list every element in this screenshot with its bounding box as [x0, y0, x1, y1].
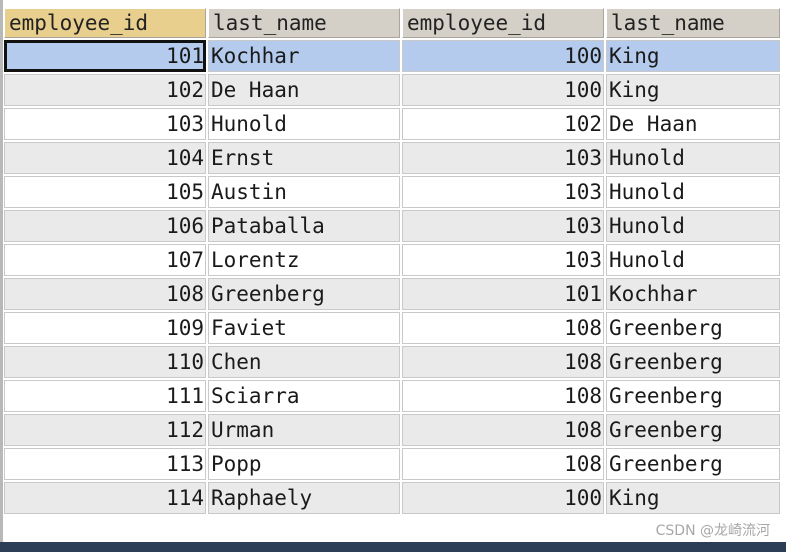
last-name-cell[interactable]: Hunold — [208, 108, 400, 140]
last-name-cell[interactable]: Sciarra — [208, 380, 400, 412]
last-name-cell[interactable]: Faviet — [208, 312, 400, 344]
grid-body: 101 Kochhar 100 King 102 De Haan 100 King 103 Hun… — [4, 40, 780, 514]
employee-id-cell[interactable]: 103 — [402, 176, 604, 208]
employee-id-cell[interactable]: 102 — [402, 108, 604, 140]
employee-id-cell[interactable]: 101 — [402, 278, 604, 310]
employee-id-cell[interactable]: 103 — [402, 210, 604, 242]
employee-id-cell[interactable]: 100 — [402, 482, 604, 514]
employee-id-cell[interactable]: 108 — [402, 312, 604, 344]
last-name-cell[interactable]: Popp — [208, 448, 400, 480]
last-name-cell[interactable]: Lorentz — [208, 244, 400, 276]
last-name-cell[interactable]: King — [606, 40, 780, 72]
employee-id-cell[interactable]: 107 — [4, 244, 206, 276]
employee-id-cell[interactable]: 101 — [4, 40, 206, 72]
last-name-cell[interactable]: Raphaely — [208, 482, 400, 514]
column-header-employee-id[interactable]: employee_id — [4, 8, 206, 38]
last-name-cell[interactable]: Greenberg — [606, 312, 780, 344]
last-name-cell[interactable]: Greenberg — [208, 278, 400, 310]
last-name-cell[interactable]: Greenberg — [606, 380, 780, 412]
table-row[interactable]: 106 Pataballa 103 Hunold — [4, 210, 780, 242]
last-name-cell[interactable]: Ernst — [208, 142, 400, 174]
last-name-cell[interactable]: Hunold — [606, 176, 780, 208]
employee-id-cell[interactable]: 113 — [4, 448, 206, 480]
table-row[interactable]: 101 Kochhar 100 King — [4, 40, 780, 72]
employee-id-cell[interactable]: 105 — [4, 176, 206, 208]
table-row[interactable]: 103 Hunold 102 De Haan — [4, 108, 780, 140]
column-header-employee-id-2[interactable]: employee_id — [402, 8, 604, 38]
employee-id-cell[interactable]: 108 — [402, 414, 604, 446]
table-row[interactable]: 102 De Haan 100 King — [4, 74, 780, 106]
employee-id-cell[interactable]: 108 — [402, 448, 604, 480]
employee-id-cell[interactable]: 111 — [4, 380, 206, 412]
employee-id-cell[interactable]: 108 — [4, 278, 206, 310]
table-row[interactable]: 112 Urman 108 Greenberg — [4, 414, 780, 446]
result-grid: employee_id last_name employee_id last_n… — [2, 6, 782, 516]
last-name-cell[interactable]: Urman — [208, 414, 400, 446]
last-name-cell[interactable]: Greenberg — [606, 414, 780, 446]
header-row: employee_id last_name employee_id last_n… — [4, 8, 780, 38]
watermark: CSDN @龙崎流河 — [655, 523, 770, 539]
employee-id-cell[interactable]: 100 — [402, 74, 604, 106]
employee-id-cell[interactable]: 109 — [4, 312, 206, 344]
employee-id-cell[interactable]: 102 — [4, 74, 206, 106]
employee-id-cell[interactable]: 110 — [4, 346, 206, 378]
employee-id-cell[interactable]: 108 — [402, 346, 604, 378]
table-row[interactable]: 109 Faviet 108 Greenberg — [4, 312, 780, 344]
employee-id-cell[interactable]: 114 — [4, 482, 206, 514]
column-header-last-name-2[interactable]: last_name — [606, 8, 780, 38]
employee-id-cell[interactable]: 104 — [4, 142, 206, 174]
table-row[interactable]: 107 Lorentz 103 Hunold — [4, 244, 780, 276]
status-bar — [0, 542, 786, 552]
last-name-cell[interactable]: Hunold — [606, 142, 780, 174]
column-header-last-name[interactable]: last_name — [208, 8, 400, 38]
table-row[interactable]: 113 Popp 108 Greenberg — [4, 448, 780, 480]
last-name-cell[interactable]: Greenberg — [606, 448, 780, 480]
table-row[interactable]: 104 Ernst 103 Hunold — [4, 142, 780, 174]
employee-id-cell[interactable]: 103 — [402, 142, 604, 174]
last-name-cell[interactable]: King — [606, 74, 780, 106]
table-row[interactable]: 108 Greenberg 101 Kochhar — [4, 278, 780, 310]
table-row[interactable]: 110 Chen 108 Greenberg — [4, 346, 780, 378]
last-name-cell[interactable]: Kochhar — [208, 40, 400, 72]
employee-id-cell[interactable]: 112 — [4, 414, 206, 446]
last-name-cell[interactable]: King — [606, 482, 780, 514]
employee-id-cell[interactable]: 103 — [402, 244, 604, 276]
last-name-cell[interactable]: De Haan — [606, 108, 780, 140]
last-name-cell[interactable]: Austin — [208, 176, 400, 208]
employee-id-cell[interactable]: 108 — [402, 380, 604, 412]
table-row[interactable]: 114 Raphaely 100 King — [4, 482, 780, 514]
last-name-cell[interactable]: De Haan — [208, 74, 400, 106]
last-name-cell[interactable]: Chen — [208, 346, 400, 378]
last-name-cell[interactable]: Kochhar — [606, 278, 780, 310]
table-row[interactable]: 105 Austin 103 Hunold — [4, 176, 780, 208]
last-name-cell[interactable]: Pataballa — [208, 210, 400, 242]
last-name-cell[interactable]: Hunold — [606, 244, 780, 276]
employee-id-cell[interactable]: 103 — [4, 108, 206, 140]
employee-id-cell[interactable]: 100 — [402, 40, 604, 72]
last-name-cell[interactable]: Hunold — [606, 210, 780, 242]
result-grid-panel: employee_id last_name employee_id last_n… — [0, 0, 786, 552]
table-row[interactable]: 111 Sciarra 108 Greenberg — [4, 380, 780, 412]
last-name-cell[interactable]: Greenberg — [606, 346, 780, 378]
employee-id-cell[interactable]: 106 — [4, 210, 206, 242]
